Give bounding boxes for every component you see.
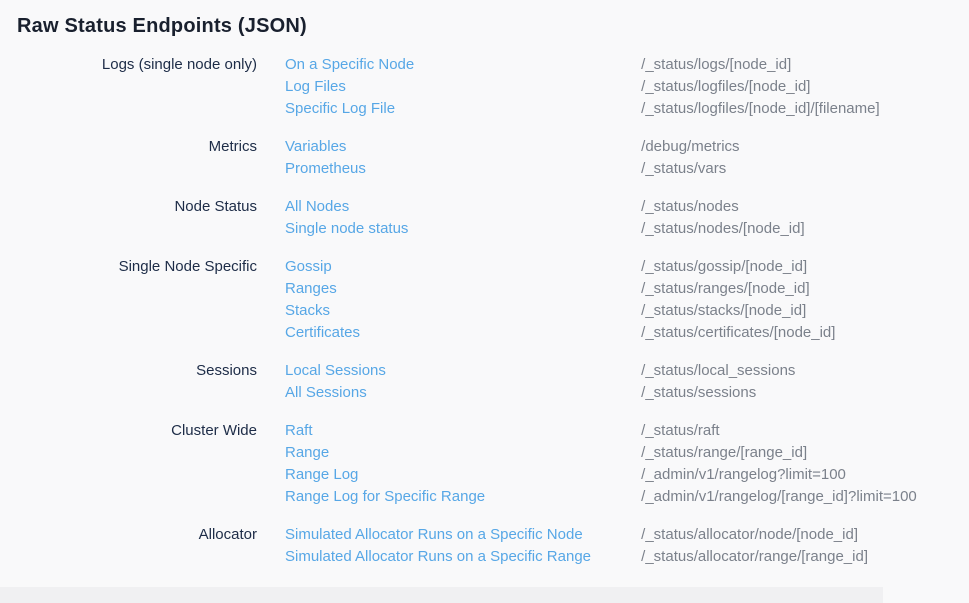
group-rows: On a Specific Node /_status/logs/[node_i… [285, 54, 880, 120]
endpoint-link[interactable]: Simulated Allocator Runs on a Specific R… [285, 546, 637, 568]
group-rows: Raft /_status/raft Range /_status/range/… [285, 420, 917, 508]
endpoint-group: Metrics Variables /debug/metrics Prometh… [0, 136, 969, 180]
group-label: Logs (single node only) [0, 54, 257, 76]
endpoint-row: Log Files /_status/logfiles/[node_id] [285, 76, 880, 98]
endpoint-link[interactable]: Simulated Allocator Runs on a Specific N… [285, 524, 637, 546]
endpoint-row: Raft /_status/raft [285, 420, 917, 442]
endpoint-link[interactable]: Specific Log File [285, 98, 637, 120]
endpoint-link[interactable]: Range [285, 442, 637, 464]
endpoint-row: Range Log for Specific Range /_admin/v1/… [285, 486, 917, 508]
endpoint-row: Range /_status/range/[range_id] [285, 442, 917, 464]
endpoint-path: /_status/logfiles/[node_id] [641, 78, 810, 95]
endpoint-path: /_admin/v1/rangelog/[range_id]?limit=100 [641, 488, 917, 505]
endpoint-row: Simulated Allocator Runs on a Specific R… [285, 546, 868, 568]
endpoint-link[interactable]: Prometheus [285, 158, 637, 180]
group-rows: Gossip /_status/gossip/[node_id] Ranges … [285, 256, 835, 344]
endpoint-link[interactable]: On a Specific Node [285, 54, 637, 76]
page-title: Raw Status Endpoints (JSON) [17, 12, 307, 40]
endpoint-link[interactable]: All Nodes [285, 196, 637, 218]
endpoint-link[interactable]: Local Sessions [285, 360, 637, 382]
endpoint-row: Stacks /_status/stacks/[node_id] [285, 300, 835, 322]
endpoint-row: On a Specific Node /_status/logs/[node_i… [285, 54, 880, 76]
endpoint-path: /_status/nodes/[node_id] [641, 220, 804, 237]
endpoint-link[interactable]: Ranges [285, 278, 637, 300]
endpoint-path: /_status/local_sessions [641, 362, 795, 379]
endpoint-row: Range Log /_admin/v1/rangelog?limit=100 [285, 464, 917, 486]
endpoint-path: /_status/range/[range_id] [641, 444, 807, 461]
endpoint-groups: Logs (single node only) On a Specific No… [0, 54, 969, 584]
endpoint-row: Simulated Allocator Runs on a Specific N… [285, 524, 868, 546]
endpoint-link[interactable]: Variables [285, 136, 637, 158]
endpoint-row: All Sessions /_status/sessions [285, 382, 795, 404]
endpoint-row: Gossip /_status/gossip/[node_id] [285, 256, 835, 278]
endpoint-link[interactable]: Certificates [285, 322, 637, 344]
group-rows: Variables /debug/metrics Prometheus /_st… [285, 136, 740, 180]
endpoint-path: /_status/allocator/node/[node_id] [641, 526, 858, 543]
endpoint-link[interactable]: Stacks [285, 300, 637, 322]
group-label: Metrics [0, 136, 257, 158]
footer-band [0, 587, 883, 603]
endpoint-link[interactable]: All Sessions [285, 382, 637, 404]
endpoint-link[interactable]: Raft [285, 420, 637, 442]
endpoint-link[interactable]: Log Files [285, 76, 637, 98]
group-rows: Local Sessions /_status/local_sessions A… [285, 360, 795, 404]
endpoint-path: /_status/gossip/[node_id] [641, 258, 807, 275]
endpoint-link[interactable]: Range Log for Specific Range [285, 486, 637, 508]
endpoint-row: Ranges /_status/ranges/[node_id] [285, 278, 835, 300]
endpoint-path: /_status/allocator/range/[range_id] [641, 548, 868, 565]
endpoint-group: Allocator Simulated Allocator Runs on a … [0, 524, 969, 568]
endpoint-row: Single node status /_status/nodes/[node_… [285, 218, 805, 240]
endpoint-row: Local Sessions /_status/local_sessions [285, 360, 795, 382]
group-label: Sessions [0, 360, 257, 382]
endpoint-path: /_status/logfiles/[node_id]/[filename] [641, 100, 879, 117]
group-rows: All Nodes /_status/nodes Single node sta… [285, 196, 805, 240]
endpoint-path: /_status/stacks/[node_id] [641, 302, 806, 319]
endpoint-group: Sessions Local Sessions /_status/local_s… [0, 360, 969, 404]
group-label: Single Node Specific [0, 256, 257, 278]
endpoint-row: Prometheus /_status/vars [285, 158, 740, 180]
endpoint-path: /debug/metrics [641, 138, 739, 155]
endpoint-path: /_status/nodes [641, 198, 739, 215]
endpoint-row: Specific Log File /_status/logfiles/[nod… [285, 98, 880, 120]
endpoint-path: /_status/vars [641, 160, 726, 177]
endpoint-path: /_admin/v1/rangelog?limit=100 [641, 466, 846, 483]
endpoint-path: /_status/raft [641, 422, 719, 439]
endpoint-link[interactable]: Range Log [285, 464, 637, 486]
group-rows: Simulated Allocator Runs on a Specific N… [285, 524, 868, 568]
group-label: Node Status [0, 196, 257, 218]
endpoint-group: Cluster Wide Raft /_status/raft Range /_… [0, 420, 969, 508]
endpoint-path: /_status/sessions [641, 384, 756, 401]
endpoint-row: Variables /debug/metrics [285, 136, 740, 158]
endpoint-row: Certificates /_status/certificates/[node… [285, 322, 835, 344]
group-label: Cluster Wide [0, 420, 257, 442]
endpoint-group: Node Status All Nodes /_status/nodes Sin… [0, 196, 969, 240]
endpoint-path: /_status/ranges/[node_id] [641, 280, 809, 297]
endpoint-link[interactable]: Single node status [285, 218, 637, 240]
endpoint-link[interactable]: Gossip [285, 256, 637, 278]
group-label: Allocator [0, 524, 257, 546]
endpoint-group: Logs (single node only) On a Specific No… [0, 54, 969, 120]
endpoint-row: All Nodes /_status/nodes [285, 196, 805, 218]
endpoint-path: /_status/logs/[node_id] [641, 56, 791, 73]
endpoint-path: /_status/certificates/[node_id] [641, 324, 835, 341]
endpoint-group: Single Node Specific Gossip /_status/gos… [0, 256, 969, 344]
